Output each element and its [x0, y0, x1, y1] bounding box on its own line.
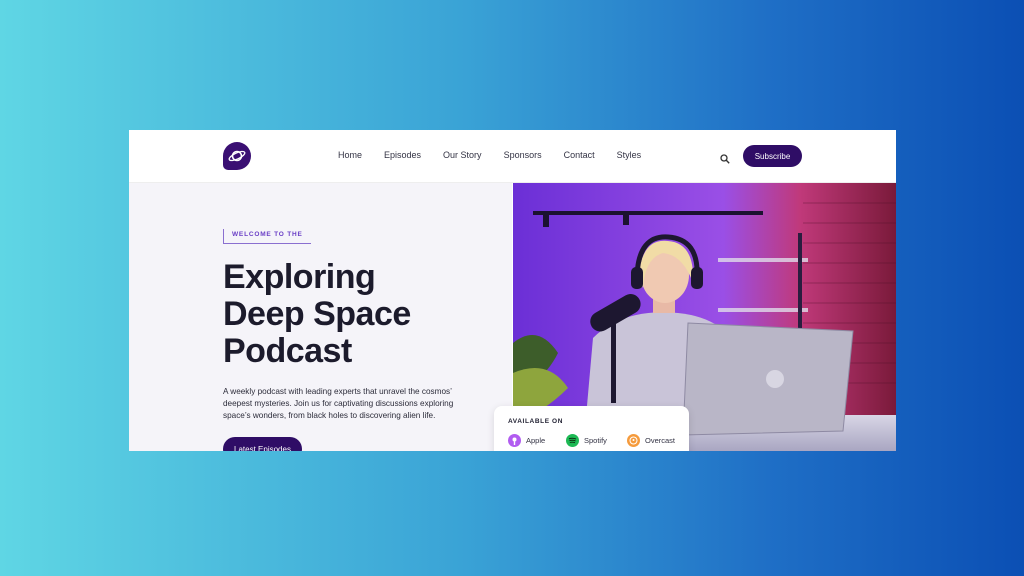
nav-episodes[interactable]: Episodes	[384, 150, 421, 160]
main-menu: Home Episodes Our Story Sponsors Contact…	[338, 150, 663, 160]
nav-our-story[interactable]: Our Story	[443, 150, 482, 160]
headline-line-2: Deep Space	[223, 295, 411, 333]
top-navigation: Home Episodes Our Story Sponsors Contact…	[129, 130, 896, 183]
spotify-icon	[566, 434, 579, 447]
headline-line-1: Exploring	[223, 258, 376, 296]
nav-styles[interactable]: Styles	[617, 150, 642, 160]
website-frame: Home Episodes Our Story Sponsors Contact…	[129, 130, 896, 451]
platform-spotify[interactable]: Spotify	[566, 434, 607, 447]
platform-apple[interactable]: Apple	[508, 434, 545, 447]
platform-apple-label: Apple	[526, 436, 546, 445]
overcast-icon	[627, 434, 640, 447]
platform-overcast[interactable]: Overcast	[627, 434, 675, 447]
search-icon[interactable]	[720, 151, 730, 164]
available-on-title: AVAILABLE ON	[508, 418, 563, 425]
hero-eyebrow: WELCOME TO THE	[223, 229, 311, 244]
latest-episodes-button[interactable]: Latest Episodes	[223, 437, 302, 451]
platform-overcast-label: Overcast	[645, 436, 676, 445]
hero-description: A weekly podcast with leading experts th…	[223, 387, 454, 420]
platform-spotify-label: Spotify	[584, 436, 607, 445]
nav-sponsors[interactable]: Sponsors	[504, 150, 542, 160]
planet-icon[interactable]	[223, 142, 251, 170]
nav-home[interactable]: Home	[338, 150, 362, 160]
hero-headline: Exploring Deep Space Podcast	[223, 259, 483, 370]
subscribe-button[interactable]: Subscribe	[743, 145, 802, 167]
apple-podcasts-icon	[508, 434, 521, 447]
headline-line-3: Podcast	[223, 332, 352, 370]
nav-contact[interactable]: Contact	[564, 150, 595, 160]
hero-section: WELCOME TO THE Exploring Deep Space Podc…	[129, 183, 512, 451]
available-on-card: AVAILABLE ON Apple Spotify Overcast	[494, 406, 689, 451]
